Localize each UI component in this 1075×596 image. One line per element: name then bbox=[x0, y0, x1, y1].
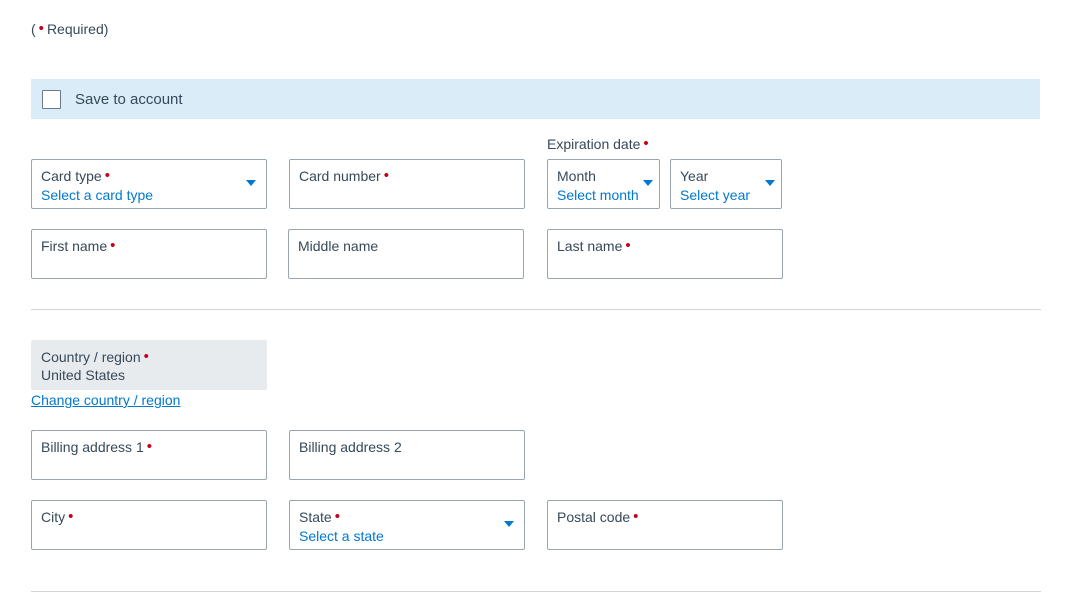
required-dot-icon: • bbox=[143, 348, 149, 365]
save-to-account-label: Save to account bbox=[75, 90, 183, 108]
required-dot-icon: • bbox=[643, 135, 649, 152]
billing-address-2-field[interactable]: Billing address 2 bbox=[289, 430, 525, 480]
state-value: Select a state bbox=[299, 528, 384, 544]
required-dot-icon: • bbox=[633, 508, 639, 525]
card-type-label: Card type • bbox=[41, 167, 110, 184]
card-number-field[interactable]: Card number • bbox=[289, 159, 525, 209]
card-type-select[interactable]: Card type • Select a card type bbox=[31, 159, 267, 209]
bottom-divider bbox=[31, 591, 1041, 592]
save-to-account-bar[interactable]: Save to account bbox=[31, 79, 1040, 119]
year-select[interactable]: Year Select year bbox=[670, 159, 782, 209]
month-label: Month bbox=[557, 168, 596, 184]
billing-address-1-label: Billing address 1 • bbox=[41, 438, 152, 455]
billing-address-2-label: Billing address 2 bbox=[299, 439, 402, 455]
month-select[interactable]: Month Select month bbox=[547, 159, 660, 209]
city-label: City • bbox=[41, 508, 74, 525]
required-dot-icon: • bbox=[68, 508, 74, 525]
chevron-down-icon bbox=[246, 180, 256, 186]
year-label: Year bbox=[680, 168, 709, 184]
required-dot-icon: • bbox=[334, 508, 340, 525]
state-select[interactable]: State • Select a state bbox=[289, 500, 525, 550]
first-name-field[interactable]: First name • bbox=[31, 229, 267, 279]
postal-code-field[interactable]: Postal code • bbox=[547, 500, 783, 550]
card-number-label: Card number • bbox=[299, 167, 389, 184]
city-field[interactable]: City • bbox=[31, 500, 267, 550]
billing-address-1-field[interactable]: Billing address 1 • bbox=[31, 430, 267, 480]
last-name-field[interactable]: Last name • bbox=[547, 229, 783, 279]
save-to-account-checkbox[interactable] bbox=[42, 89, 61, 109]
required-dot-icon: • bbox=[146, 438, 152, 455]
required-dot-icon: • bbox=[625, 237, 631, 254]
required-dot-icon: • bbox=[104, 167, 110, 184]
required-note-prefix: ( bbox=[31, 21, 36, 37]
year-value: Select year bbox=[680, 187, 751, 203]
middle-name-label: Middle name bbox=[298, 238, 379, 254]
required-dot-icon: • bbox=[38, 20, 44, 37]
last-name-label: Last name • bbox=[557, 237, 631, 254]
state-label: State • bbox=[299, 508, 340, 525]
first-name-label: First name • bbox=[41, 237, 116, 254]
chevron-down-icon bbox=[765, 180, 775, 186]
expiration-date-text: Expiration date bbox=[547, 136, 641, 152]
required-note-text: Required) bbox=[46, 21, 109, 37]
chevron-down-icon bbox=[504, 521, 514, 527]
section-divider bbox=[31, 309, 1041, 310]
country-region-label: Country / region • bbox=[41, 348, 149, 365]
postal-code-label: Postal code • bbox=[557, 508, 639, 525]
expiration-date-label: Expiration date • bbox=[547, 136, 649, 152]
required-dot-icon: • bbox=[383, 167, 389, 184]
card-type-value: Select a card type bbox=[41, 187, 154, 203]
chevron-down-icon bbox=[643, 180, 653, 186]
country-region-value: United States bbox=[41, 367, 126, 383]
change-country-link[interactable]: Change country / region bbox=[31, 392, 180, 408]
country-region-field: Country / region • United States bbox=[31, 340, 267, 390]
month-value: Select month bbox=[557, 187, 639, 203]
required-note: (• Required) bbox=[31, 21, 108, 37]
required-dot-icon: • bbox=[110, 237, 116, 254]
middle-name-field[interactable]: Middle name bbox=[288, 229, 524, 279]
